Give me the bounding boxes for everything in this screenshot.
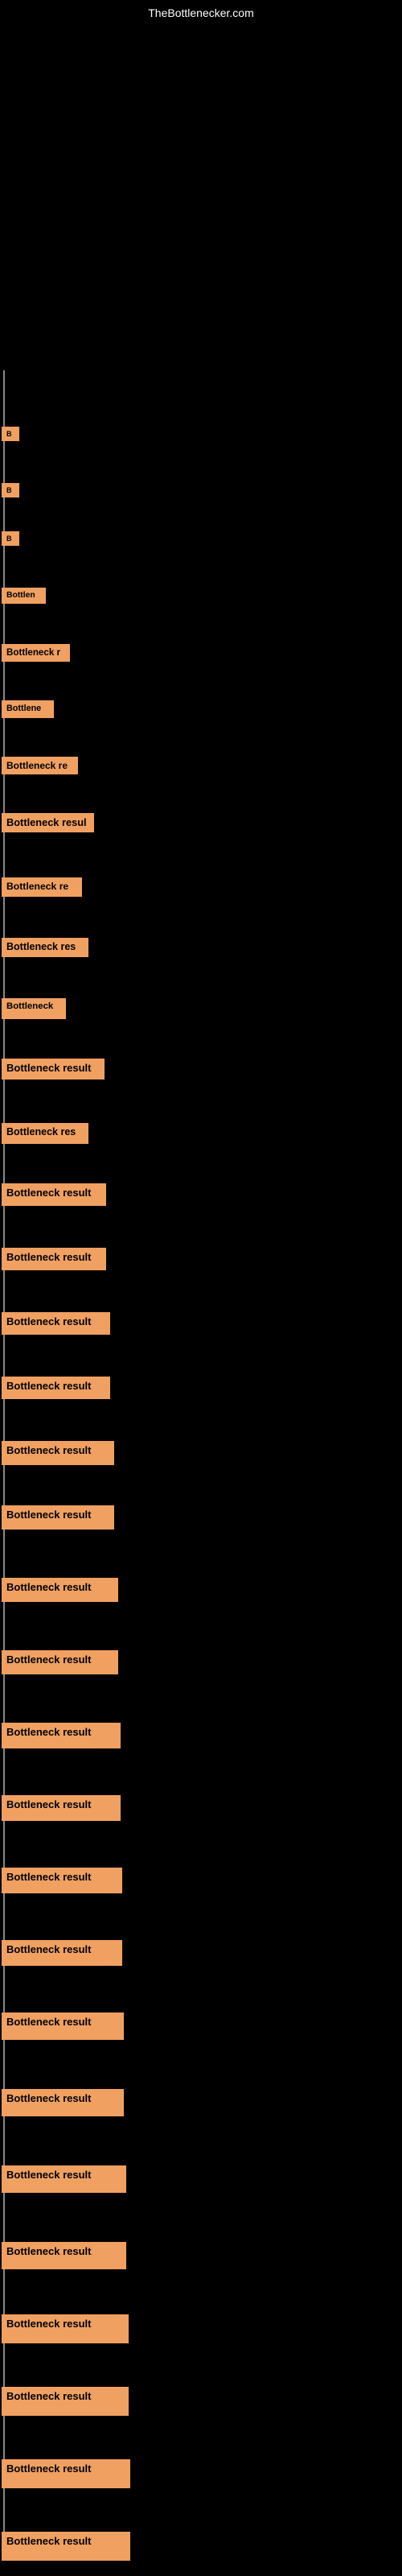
site-title: TheBottlenecker.com (148, 6, 254, 19)
bottleneck-result-label: Bottleneck result (2, 1578, 118, 1602)
bottleneck-result-label: Bottleneck result (2, 1312, 110, 1335)
bottleneck-result-label: B (2, 427, 19, 441)
bottleneck-result-label: Bottleneck resul (2, 813, 94, 832)
bottleneck-result-label: Bottleneck res (2, 938, 88, 957)
bottleneck-result-label: Bottleneck res (2, 1123, 88, 1144)
bottleneck-result-label: Bottleneck result (2, 2242, 126, 2269)
bottleneck-result-label: Bottleneck result (2, 2013, 124, 2040)
bottleneck-result-label: B (2, 531, 19, 546)
bottleneck-result-label: Bottleneck r (2, 644, 70, 662)
bottleneck-result-label: Bottleneck result (2, 1868, 122, 1893)
bottleneck-result-label: Bottlene (2, 700, 54, 718)
bottleneck-result-label: Bottleneck result (2, 1650, 118, 1674)
bottleneck-result-label: Bottleneck result (2, 1183, 106, 1206)
vertical-axis-line (3, 370, 5, 2561)
bottleneck-result-label: Bottleneck result (2, 1505, 114, 1530)
bottleneck-result-label: Bottleneck result (2, 1059, 105, 1080)
bottleneck-result-label: Bottleneck result (2, 2459, 130, 2488)
bottleneck-result-label: Bottleneck result (2, 1441, 114, 1465)
bottleneck-result-label: Bottleneck re (2, 757, 78, 774)
bottleneck-result-label: Bottleneck result (2, 2532, 130, 2561)
bottleneck-result-label: Bottleneck result (2, 1940, 122, 1966)
bottleneck-result-label: Bottleneck result (2, 1723, 121, 1748)
bottleneck-result-label: Bottleneck result (2, 1377, 110, 1399)
bottleneck-result-label: Bottleneck result (2, 2089, 124, 2116)
bottleneck-result-label: Bottlen (2, 588, 46, 604)
bottleneck-result-label: Bottleneck result (2, 2165, 126, 2193)
bottleneck-result-label: Bottleneck (2, 998, 66, 1019)
bottleneck-result-label: Bottleneck result (2, 2314, 129, 2343)
bottleneck-result-label: Bottleneck result (2, 1795, 121, 1821)
bottleneck-result-label: B (2, 483, 19, 497)
bottleneck-result-label: Bottleneck result (2, 2387, 129, 2416)
bottleneck-result-label: Bottleneck result (2, 1248, 106, 1270)
bottleneck-result-label: Bottleneck re (2, 877, 82, 897)
